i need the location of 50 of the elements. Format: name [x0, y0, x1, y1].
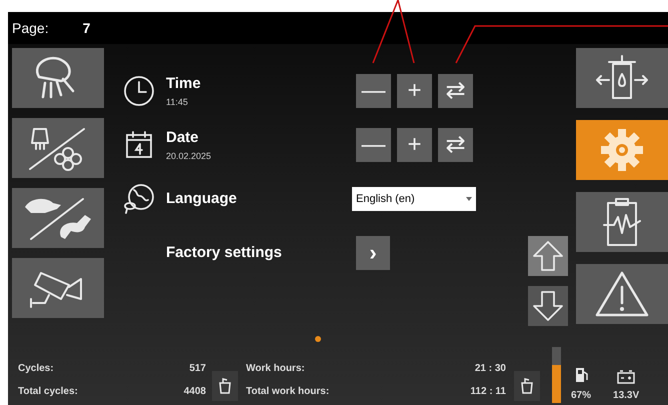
calendar-icon: [124, 130, 154, 160]
dropdown-caret-icon: [466, 197, 472, 201]
scroll-up-button[interactable]: [528, 236, 568, 276]
setting-value: 20.02.2025: [166, 150, 212, 162]
battery-reading: 13.3V: [613, 389, 640, 403]
step-button[interactable]: ⇄: [438, 74, 473, 108]
page-number: 7: [82, 18, 90, 38]
leader-line: [372, 0, 415, 64]
stat-value: 517: [189, 362, 206, 376]
reset-button[interactable]: [514, 371, 540, 401]
drop-container-icon: [593, 54, 651, 102]
globe-speech-icon: [122, 182, 156, 216]
reset-button[interactable]: [212, 371, 238, 401]
menu-button[interactable]: [12, 188, 104, 248]
setting-value: 11:45: [166, 96, 189, 108]
step-button[interactable]: —: [356, 74, 391, 108]
tank-reading: 67%: [571, 389, 592, 403]
stat-value: 21 : 30: [474, 362, 506, 376]
menu-button[interactable]: [576, 192, 668, 252]
trash-icon: [520, 377, 534, 395]
clock-icon: [122, 74, 156, 108]
language-dropdown[interactable]: English (en): [352, 187, 476, 211]
setting-title: Date: [166, 128, 200, 148]
setting-title: Language: [166, 188, 238, 209]
menu-button[interactable]: [12, 48, 104, 108]
stat-value: 112 : 11: [470, 385, 506, 399]
stat-label: Work hours:: [246, 362, 305, 376]
clipboard-chart-icon: [600, 197, 644, 247]
stat-value: 4408: [184, 385, 206, 399]
stat-label: Total work hours:: [246, 385, 330, 399]
stat-label: Total cycles:: [18, 385, 78, 399]
open-button[interactable]: ›: [356, 236, 390, 270]
trash-icon: [218, 377, 232, 395]
fuel-pump-icon: [574, 366, 588, 384]
menu-button[interactable]: [12, 258, 104, 318]
menu-button[interactable]: [576, 264, 668, 324]
step-button[interactable]: ⇄: [438, 128, 473, 162]
settings-icon: [599, 127, 645, 173]
warning-icon: [593, 269, 651, 319]
step-button[interactable]: —: [356, 128, 391, 162]
battery-icon: [617, 370, 636, 384]
page-label: Page:: [12, 18, 49, 38]
setting-title: Factory settings: [166, 242, 283, 263]
setting-title: Time: [166, 74, 202, 94]
step-button[interactable]: +: [397, 74, 432, 108]
stat-label: Cycles:: [18, 362, 54, 376]
menu-button[interactable]: [12, 118, 104, 178]
step-button[interactable]: +: [397, 128, 432, 162]
menu-button[interactable]: [576, 48, 668, 108]
scroll-down-button[interactable]: [528, 286, 568, 326]
